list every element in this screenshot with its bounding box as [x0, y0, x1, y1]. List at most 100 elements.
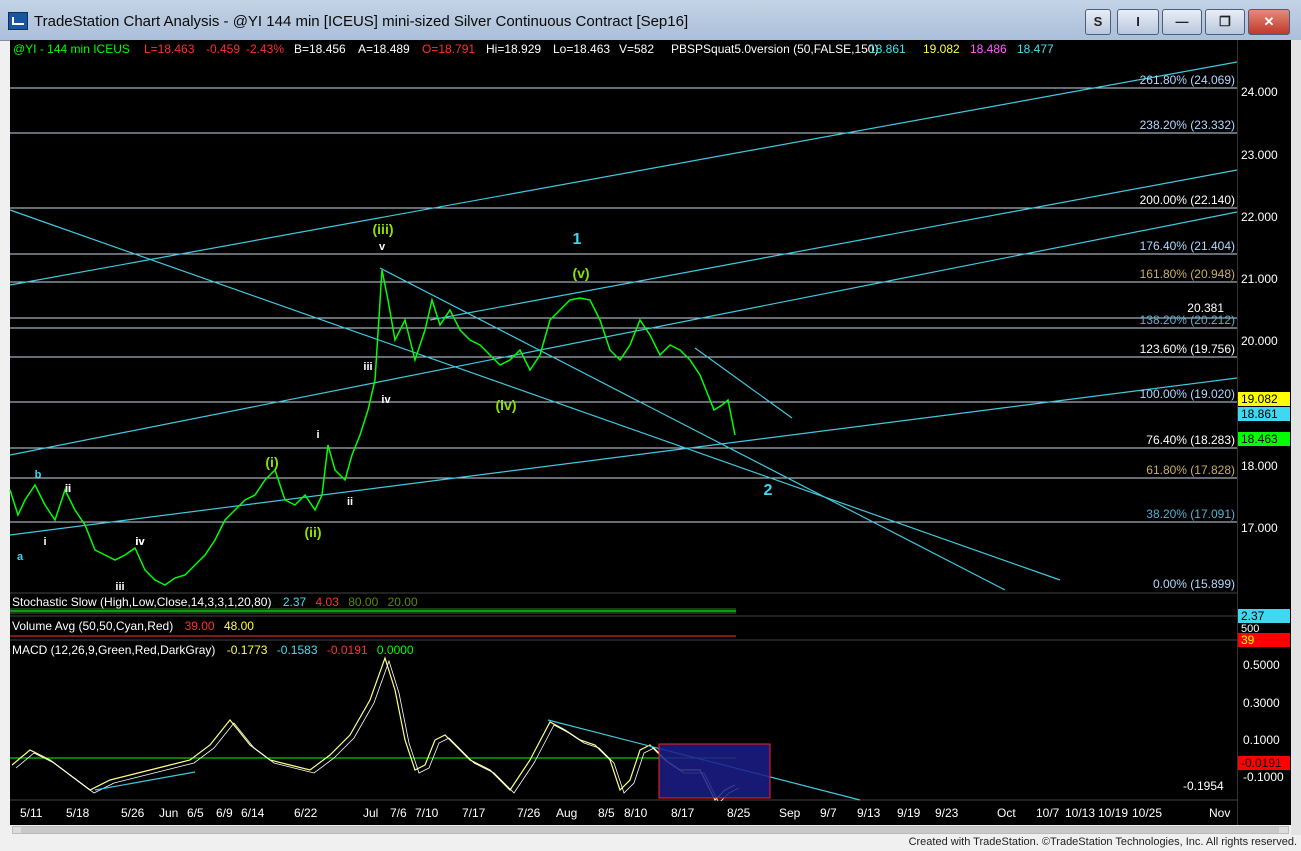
macd-axis-label: -0.1000: [1243, 770, 1284, 784]
time-axis-label: Nov: [1209, 806, 1231, 820]
time-axis-label: 10/25: [1132, 806, 1163, 820]
price-chart-svg: 261.80% (24.069) 238.20% (23.332) 200.00% …: [9, 61, 1238, 804]
stochastic-label: Stochastic Slow (High,Low,Close,14,3,3,1…: [12, 595, 418, 609]
header-field-4: B=18.456: [294, 42, 346, 56]
wave-count-label: ii: [65, 483, 71, 495]
header-field-12: 19.082: [923, 42, 960, 56]
wave-count-label: iii: [115, 581, 124, 593]
time-axis-label: 7/6: [390, 806, 407, 820]
macd-axis-label: 0.3000: [1243, 696, 1280, 710]
time-axis-label: 6/5: [187, 806, 204, 820]
time-axis-label: 10/13: [1065, 806, 1096, 820]
wave-count-label: iv: [381, 394, 391, 406]
level-value-label: 20.381: [1187, 301, 1224, 315]
last-price-badge: 18.463: [1238, 432, 1290, 446]
time-axis-label: Jul: [363, 806, 379, 820]
volume-value-badge: 39: [1238, 633, 1290, 647]
header-field-8: Lo=18.463: [553, 42, 611, 56]
macd-axis-label: 0.5000: [1243, 658, 1280, 672]
macd-axis-label: 0.1000: [1243, 733, 1280, 747]
macd-line: [11, 656, 736, 802]
time-axis-label: 7/26: [517, 806, 541, 820]
fib-level-label: 176.40% (21.404): [1140, 239, 1235, 253]
macd-trend-line: [94, 771, 196, 791]
wave-count-label: 1: [573, 231, 582, 248]
time-axis-label: 8/25: [727, 806, 751, 820]
fib-level-label: 100.00% (19.020): [1140, 387, 1235, 401]
trend-channel-line: [429, 169, 1238, 321]
price-axis-label: 21.000: [1241, 272, 1278, 286]
wave-count-label: v: [379, 241, 386, 253]
fib-level-label: 61.80% (17.828): [1146, 463, 1235, 477]
horizontal-scrollbar[interactable]: [12, 826, 1289, 834]
fib-level-label: 161.80% (20.948): [1140, 267, 1235, 281]
time-axis-label: 6/9: [216, 806, 233, 820]
header-field-6: O=18.791: [422, 42, 476, 56]
last-price-badge: 18.861: [1238, 407, 1290, 421]
wave-count-label: b: [35, 469, 42, 481]
header-field-2: -0.459: [206, 42, 241, 56]
header-field-3: -2.43%: [246, 42, 285, 56]
time-axis-label: 10/7: [1036, 806, 1060, 820]
time-axis-label: Sep: [779, 806, 801, 820]
header-field-14: 18.477: [1017, 42, 1054, 56]
fib-level-label: 200.00% (22.140): [1140, 193, 1235, 207]
price-axis-label: 20.000: [1241, 334, 1278, 348]
header-field-1: L=18.463: [144, 42, 195, 56]
fib-level-label: 76.40% (18.283): [1146, 433, 1235, 447]
time-axis-label: 9/19: [897, 806, 921, 820]
price-axis-label: 23.000: [1241, 148, 1278, 162]
copyright-footer: Created with TradeStation. ©TradeStation…: [908, 836, 1297, 848]
volume-avg-label: Volume Avg (50,50,Cyan,Red) 39.00 48.00: [12, 619, 254, 633]
scrollbar-thumb[interactable]: [21, 827, 1279, 833]
header-field-11: 18.861: [869, 42, 906, 56]
time-axis-label: 7/10: [415, 806, 439, 820]
wave-count-label: (iii): [373, 221, 394, 237]
time-axis-label: 8/10: [624, 806, 648, 820]
time-axis-label: 6/14: [241, 806, 265, 820]
wave-count-label: (iv): [496, 397, 517, 413]
fib-level-label: 261.80% (24.069): [1140, 73, 1235, 87]
fib-level-label: 38.20% (17.091): [1146, 507, 1235, 521]
time-axis-label: 5/18: [66, 806, 90, 820]
trend-channel-line: [9, 61, 1238, 286]
time-axis-label: Aug: [556, 806, 578, 820]
time-axis-label: 7/17: [462, 806, 486, 820]
trend-channel-line: [9, 211, 1238, 456]
macd-highlight-box: [658, 743, 771, 799]
wave-count-label: (ii): [304, 524, 321, 540]
header-field-0: @YI - 144 min ICEUS: [13, 42, 130, 56]
macd-low-value: -0.1954: [1183, 779, 1224, 793]
trend-channel-line: [9, 209, 1061, 581]
window-right-border: [1291, 40, 1301, 835]
wave-count-label: 2: [764, 482, 773, 499]
macd-signal-line: [15, 659, 740, 804]
header-field-9: V=582: [619, 42, 655, 56]
wave-count-label: i: [316, 429, 319, 441]
price-axis-label: 17.000: [1241, 521, 1278, 535]
price-axis-label: 18.000: [1241, 459, 1278, 473]
time-axis-label: 5/26: [121, 806, 145, 820]
macd-label: MACD (12,26,9,Green,Red,DarkGray) -0.177…: [12, 643, 414, 657]
wave-count-label: a: [17, 551, 24, 563]
time-axis-label: 5/11: [20, 806, 43, 820]
fib-level-label: 238.20% (23.332): [1140, 118, 1235, 132]
time-axis-label: 8/5: [598, 806, 615, 820]
wave-count-label: ii: [347, 496, 353, 508]
time-axis-label: 9/23: [935, 806, 959, 820]
price-axis-label: 24.000: [1241, 85, 1278, 99]
wave-count-label: (v): [572, 265, 589, 281]
trend-channel-line: [379, 267, 1006, 591]
fib-level-label: 0.00% (15.899): [1153, 577, 1235, 591]
time-axis-label: 8/17: [671, 806, 695, 820]
time-axis-label: 9/7: [820, 806, 837, 820]
trend-channel-line: [694, 347, 793, 419]
last-price-badge: 19.082: [1238, 392, 1290, 406]
header-field-10: PBSPSquat5.0version (50,FALSE,150): [671, 42, 879, 56]
wave-count-label: i: [43, 536, 46, 548]
wave-count-label: iii: [363, 361, 372, 373]
price-axis-label: 22.000: [1241, 210, 1278, 224]
time-axis-label: 9/13: [857, 806, 881, 820]
fib-level-label: 123.60% (19.756): [1140, 342, 1235, 356]
macd-value-badge: -0.0191: [1238, 756, 1290, 770]
